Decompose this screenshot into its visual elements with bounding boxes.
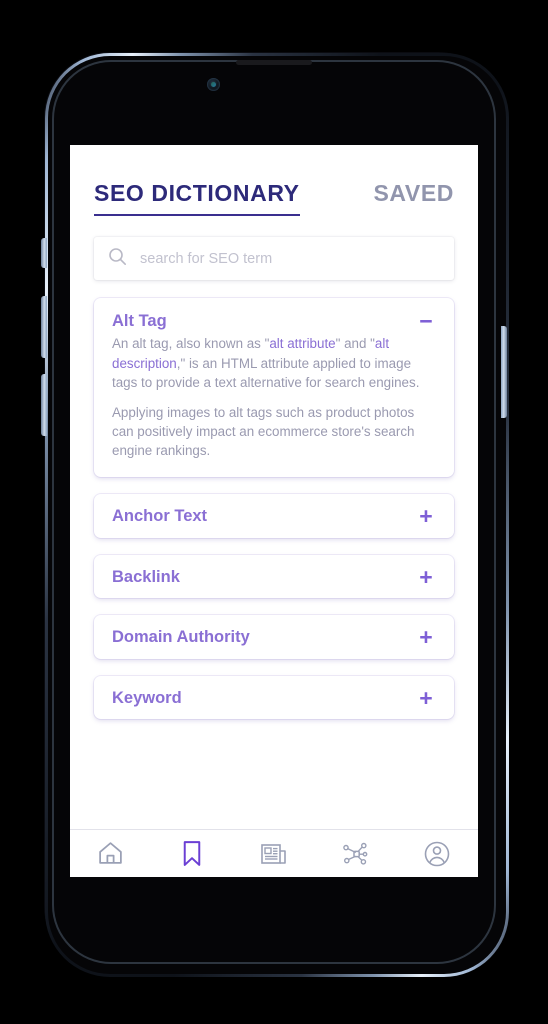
entry-header[interactable]: Backlink + bbox=[94, 555, 454, 598]
home-icon bbox=[97, 840, 124, 867]
definition-paragraph: Applying images to alt tags such as prod… bbox=[112, 403, 436, 460]
profile-icon bbox=[423, 840, 451, 868]
entry-header[interactable]: Domain Authority + bbox=[94, 615, 454, 658]
entry-header[interactable]: Keyword + bbox=[94, 676, 454, 719]
nav-item-home[interactable] bbox=[85, 834, 137, 874]
bookmark-icon bbox=[180, 840, 204, 867]
search-bar[interactable] bbox=[94, 237, 454, 280]
plus-icon[interactable]: + bbox=[416, 505, 436, 528]
search-input[interactable] bbox=[140, 250, 440, 267]
plus-icon[interactable]: + bbox=[416, 686, 436, 709]
plus-icon[interactable]: + bbox=[416, 625, 436, 648]
bottom-navigation-bar bbox=[70, 829, 478, 877]
highlighted-term: alt attribute bbox=[269, 336, 336, 352]
entry-term-label: Domain Authority bbox=[112, 628, 250, 647]
entry-term-label: Alt Tag bbox=[112, 312, 167, 331]
dictionary-entry-card[interactable]: Anchor Text + bbox=[94, 494, 454, 538]
news-icon bbox=[260, 841, 288, 867]
volume-up-button[interactable] bbox=[41, 296, 47, 358]
nav-item-news[interactable] bbox=[248, 834, 300, 874]
entry-definition-body: An alt tag, also known as "alt attribute… bbox=[94, 334, 454, 477]
dictionary-entry-card[interactable]: Backlink + bbox=[94, 554, 454, 599]
volume-down-button[interactable] bbox=[41, 374, 47, 436]
entry-term-label: Anchor Text bbox=[112, 507, 208, 526]
entry-term-label: Backlink bbox=[112, 567, 180, 586]
mute-switch[interactable] bbox=[41, 238, 47, 268]
dictionary-entry-card[interactable]: Keyword + bbox=[94, 675, 454, 719]
search-icon bbox=[108, 247, 127, 271]
definition-text: " and " bbox=[335, 336, 375, 352]
search-section bbox=[70, 216, 478, 280]
network-icon bbox=[342, 841, 370, 867]
definition-text: Applying images to alt tags such as prod… bbox=[112, 404, 415, 459]
tab-saved[interactable]: SAVED bbox=[373, 182, 454, 216]
definition-text: An alt tag, also known as " bbox=[112, 336, 270, 352]
nav-item-bookmark[interactable] bbox=[166, 834, 218, 874]
dictionary-entry-list: Alt Tag − An alt tag, also known as "alt a… bbox=[70, 280, 478, 719]
definition-paragraph: An alt tag, also known as "alt attribute… bbox=[112, 334, 436, 391]
app-header: SEO DICTIONARY SAVED bbox=[70, 145, 478, 216]
power-button[interactable] bbox=[501, 326, 507, 418]
minus-icon[interactable]: − bbox=[416, 309, 436, 332]
plus-icon[interactable]: + bbox=[416, 565, 436, 588]
entry-header[interactable]: Alt Tag − bbox=[94, 298, 454, 334]
page-title: SEO DICTIONARY bbox=[94, 180, 300, 206]
screenshot-root: SEO DICTIONARY SAVED Alt Tag−An alt tag,… bbox=[0, 0, 548, 1024]
tab-seo-dictionary[interactable]: SEO DICTIONARY bbox=[94, 182, 300, 216]
earpiece-speaker bbox=[236, 60, 312, 65]
dictionary-entry-card[interactable]: Alt Tag − An alt tag, also known as "alt a… bbox=[94, 298, 454, 478]
active-tab-underline bbox=[94, 214, 300, 216]
nav-item-network[interactable] bbox=[330, 834, 382, 874]
entry-term-label: Keyword bbox=[112, 688, 182, 707]
phone-screen: SEO DICTIONARY SAVED Alt Tag−An alt tag,… bbox=[70, 145, 478, 877]
dictionary-entry-card[interactable]: Domain Authority + bbox=[94, 615, 454, 659]
camera-lens-glint-icon bbox=[211, 82, 216, 87]
entry-header[interactable]: Anchor Text + bbox=[94, 494, 454, 537]
nav-item-profile[interactable] bbox=[411, 834, 463, 874]
